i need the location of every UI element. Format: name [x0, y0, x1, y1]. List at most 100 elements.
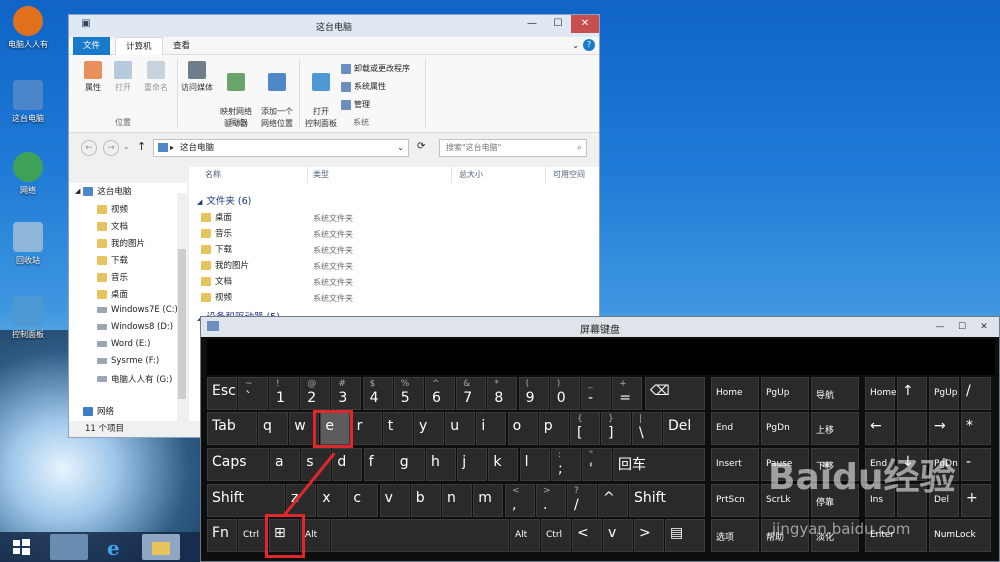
- key-arrow-left[interactable]: <: [572, 519, 602, 552]
- minimize-button[interactable]: —: [519, 15, 545, 33]
- key-digit-6[interactable]: ^ 6: [425, 377, 455, 410]
- key-del[interactable]: Del: [663, 412, 705, 445]
- key-m[interactable]: m: [473, 484, 504, 517]
- tab-file[interactable]: 文件: [73, 37, 111, 55]
- nav-item-documents[interactable]: 文档: [97, 220, 128, 232]
- uninstall-program-button[interactable]: 卸载或更改程序: [341, 63, 410, 74]
- open-control-panel-button[interactable]: 打开 控制面板: [303, 61, 339, 130]
- key-semicolon[interactable]: :;: [551, 448, 581, 481]
- taskbar-control-panel-icon[interactable]: [50, 534, 88, 560]
- group-folders[interactable]: ◢ 文件夹 (6): [197, 193, 251, 207]
- key-slash[interactable]: ? /: [567, 484, 597, 517]
- key-num-divide[interactable]: /: [961, 377, 991, 410]
- key-shift-right[interactable]: Shift: [629, 484, 705, 517]
- close-button[interactable]: ✕: [571, 15, 599, 33]
- key-digit-9[interactable]: (9: [518, 377, 549, 410]
- nav-item-desktop[interactable]: 桌面: [97, 288, 128, 300]
- recent-locations-icon[interactable]: ⌄: [123, 142, 130, 151]
- key-l[interactable]: l: [519, 448, 550, 481]
- key-nav-12[interactable]: 选项: [711, 519, 759, 552]
- key-digit-8[interactable]: * 8: [487, 377, 518, 410]
- key-shift-left[interactable]: Shift: [207, 484, 285, 517]
- key-numlock[interactable]: NumLock: [929, 519, 991, 552]
- osk-close-button[interactable]: ✕: [973, 319, 995, 335]
- key-digit-0[interactable]: ) 0: [549, 377, 580, 410]
- key-z[interactable]: z: [286, 484, 316, 517]
- key-num-pgup[interactable]: PgUp: [929, 377, 959, 410]
- quick-access-icon[interactable]: ▣: [73, 15, 99, 33]
- key-nav-9[interactable]: PrtScn: [711, 484, 759, 517]
- back-button[interactable]: ←: [81, 140, 97, 156]
- key-backspace[interactable]: ⌫: [645, 377, 705, 410]
- key-arrow-up[interactable]: ^: [598, 484, 628, 517]
- column-total-size[interactable]: 总大小: [459, 169, 483, 180]
- key-n[interactable]: n: [442, 484, 472, 517]
- column-name[interactable]: 名称: [205, 169, 221, 180]
- collapse-arrow-icon[interactable]: ◢: [75, 187, 80, 195]
- desktop-icon-this-pc[interactable]: 这台电脑: [2, 80, 54, 124]
- key-c[interactable]: c: [348, 484, 379, 517]
- key-j[interactable]: j: [457, 448, 488, 481]
- key-tab[interactable]: Tab: [207, 412, 257, 445]
- key-v[interactable]: v: [379, 484, 410, 517]
- nav-scrollbar[interactable]: [177, 193, 187, 423]
- key-i[interactable]: i: [476, 412, 507, 445]
- expand-ribbon-icon[interactable]: ⌄: [572, 41, 579, 50]
- key-ctrl-left[interactable]: Ctrl: [238, 519, 268, 552]
- key-q[interactable]: q: [258, 412, 288, 445]
- key-h[interactable]: h: [426, 448, 456, 481]
- desktop-icon-recycle-bin[interactable]: 回收站: [2, 222, 54, 266]
- key-digit-2[interactable]: @2: [300, 377, 331, 410]
- key-enter[interactable]: 回车: [613, 448, 705, 481]
- list-item[interactable]: 桌面: [201, 211, 232, 223]
- key-digit-1[interactable]: ! 1: [269, 377, 299, 410]
- list-item[interactable]: 文档: [201, 275, 232, 287]
- refresh-icon[interactable]: ⟳: [417, 141, 425, 152]
- key-num-home[interactable]: Home: [865, 377, 897, 410]
- key-f[interactable]: f: [363, 448, 394, 481]
- key-caps[interactable]: Caps: [207, 448, 269, 481]
- key-digit-7[interactable]: & 7: [456, 377, 487, 410]
- key-bracket-open[interactable]: {[: [570, 412, 600, 445]
- key-quote[interactable]: " ': [582, 448, 612, 481]
- system-properties-button[interactable]: 系统属性: [341, 81, 386, 92]
- key-bracket-close[interactable]: }]: [601, 412, 631, 445]
- nav-item-drive-d[interactable]: Windows8 (D:): [97, 322, 173, 332]
- key-x[interactable]: x: [317, 484, 348, 517]
- maximize-button[interactable]: ☐: [545, 15, 571, 33]
- scrollbar-thumb[interactable]: [178, 249, 186, 399]
- osk-minimize-button[interactable]: —: [929, 319, 951, 335]
- osk-titlebar[interactable]: 屏幕键盘 — ☐ ✕: [201, 317, 999, 337]
- key-p[interactable]: p: [538, 412, 569, 445]
- add-network-location-button[interactable]: 添加一个 网络位置: [257, 61, 297, 130]
- key-num-right[interactable]: →: [929, 412, 959, 445]
- key-arrow-down[interactable]: v: [603, 519, 633, 552]
- search-input[interactable]: 搜索"这台电脑" ⌕: [439, 139, 587, 157]
- key-space[interactable]: [331, 519, 509, 552]
- key-o[interactable]: o: [507, 412, 538, 445]
- key-digit-5[interactable]: % 5: [393, 377, 424, 410]
- nav-this-pc[interactable]: ◢ 这台电脑: [75, 185, 131, 197]
- key-nav-5[interactable]: 上移: [811, 412, 859, 445]
- column-type[interactable]: 类型: [313, 169, 329, 180]
- tab-view[interactable]: 查看: [163, 37, 200, 55]
- key-num-plus[interactable]: +: [961, 484, 991, 517]
- nav-item-drive-g[interactable]: 电脑人人有 (G:): [97, 373, 172, 385]
- address-field[interactable]: ▸ 这台电脑 ⌄: [153, 139, 409, 157]
- taskbar-explorer-icon[interactable]: [142, 534, 180, 560]
- key-num-minus[interactable]: -: [961, 448, 991, 481]
- key-nav-1[interactable]: PgUp: [761, 377, 809, 410]
- key-b[interactable]: b: [410, 484, 441, 517]
- osk-maximize-button[interactable]: ☐: [951, 319, 973, 335]
- column-free-space[interactable]: 可用空间: [553, 169, 585, 180]
- nav-item-drive-e[interactable]: Word (E:): [97, 339, 150, 349]
- key-y[interactable]: y: [414, 412, 444, 445]
- manage-button[interactable]: 管理: [341, 99, 370, 110]
- key-d[interactable]: d: [332, 448, 363, 481]
- key-digit-4[interactable]: $4: [362, 377, 393, 410]
- key-num-5[interactable]: [897, 412, 927, 445]
- key-nav-0[interactable]: Home: [711, 377, 759, 410]
- nav-item-downloads[interactable]: 下载: [97, 254, 128, 266]
- list-item[interactable]: 视频: [201, 291, 232, 303]
- key-comma[interactable]: <,: [505, 484, 535, 517]
